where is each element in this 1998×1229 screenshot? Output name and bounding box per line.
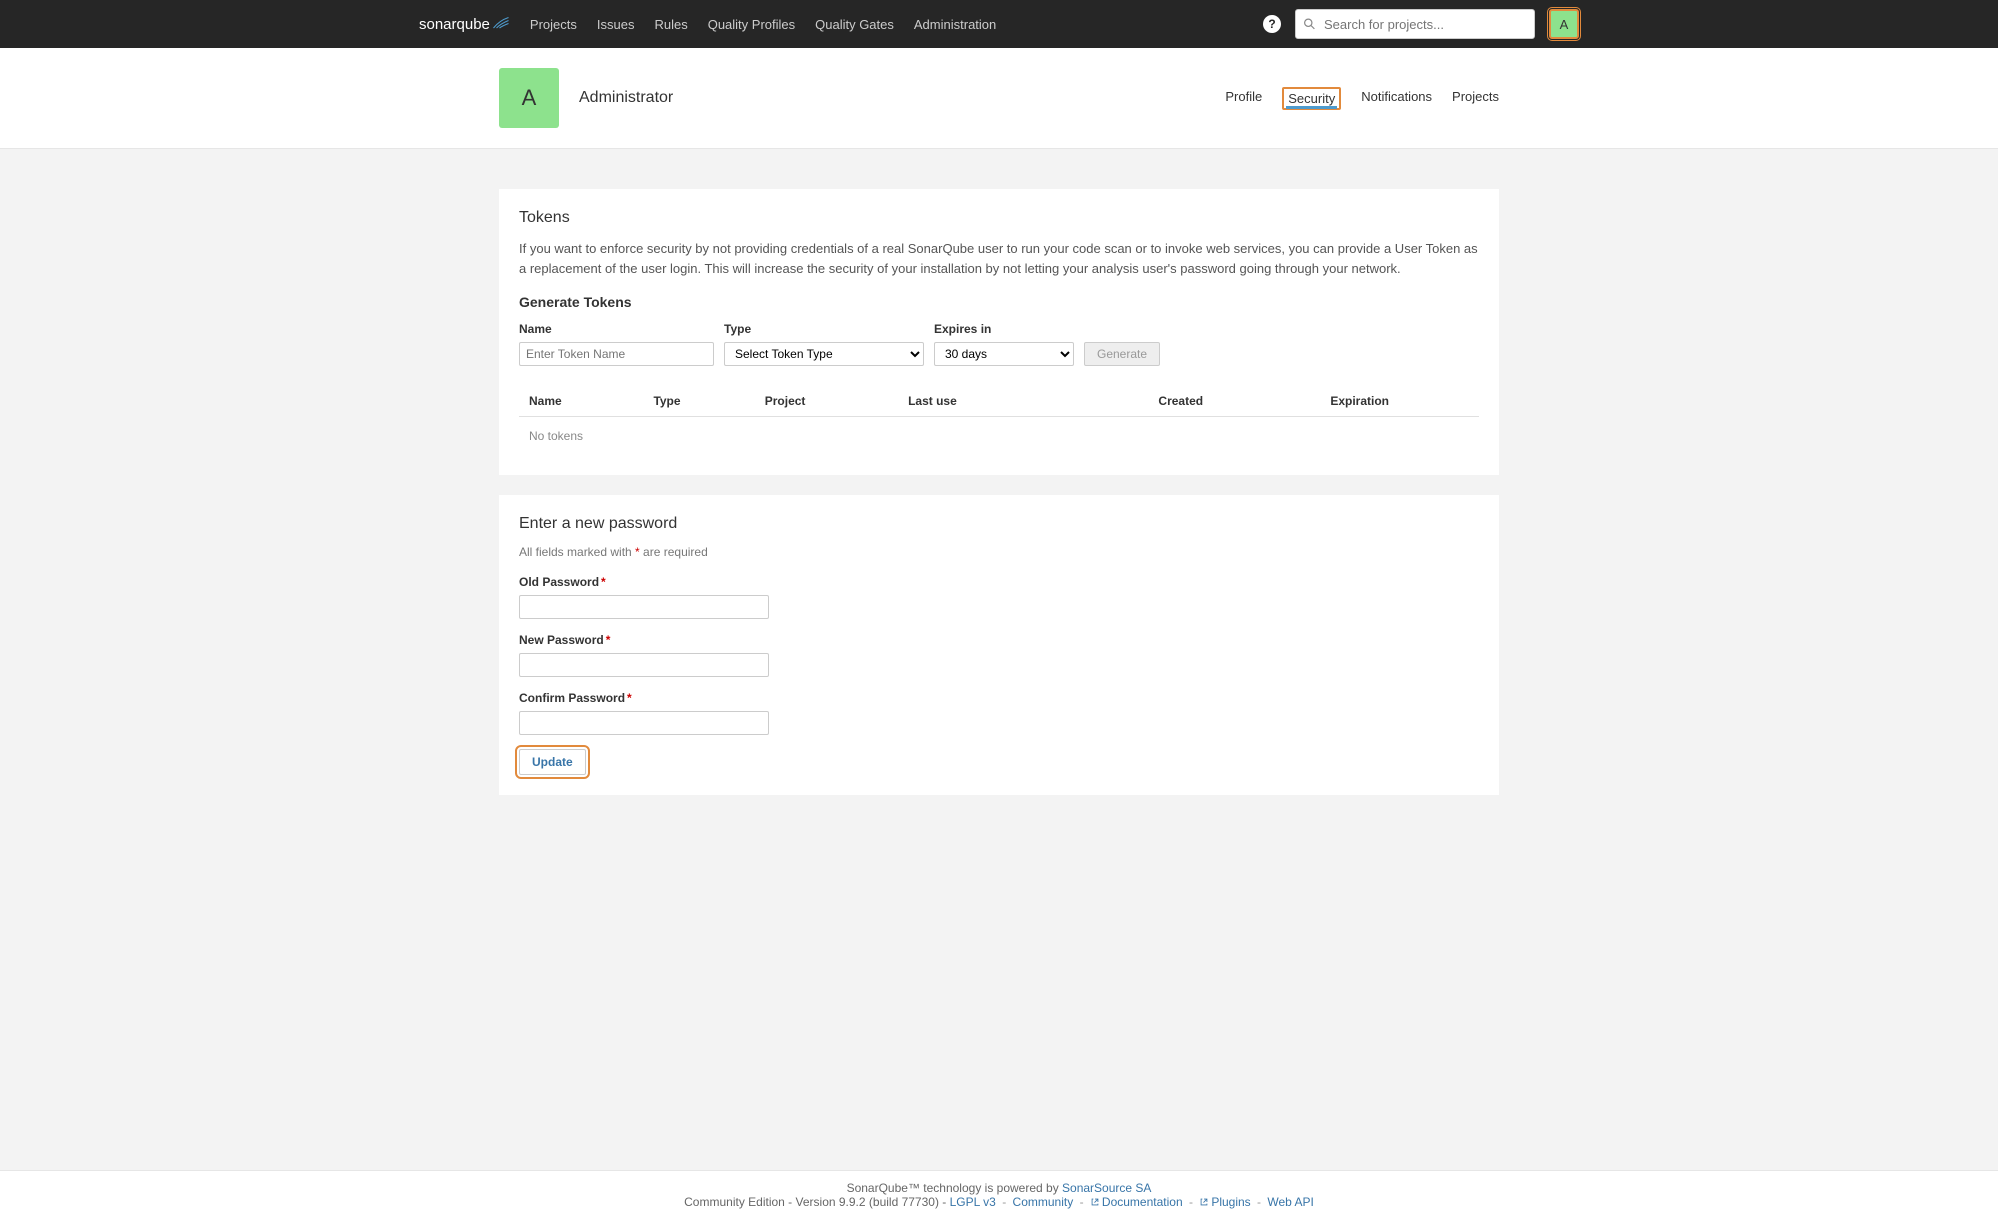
generate-button[interactable]: Generate: [1084, 342, 1160, 366]
footer-line2: Community Edition - Version 9.9.2 (build…: [0, 1195, 1998, 1209]
footer-webapi-link[interactable]: Web API: [1267, 1195, 1313, 1209]
th-last-use: Last use: [898, 386, 1060, 417]
search-icon: [1303, 18, 1316, 31]
profile-header: A Administrator Profile Security Notific…: [0, 48, 1998, 149]
update-button[interactable]: Update: [519, 749, 586, 775]
th-project: Project: [755, 386, 898, 417]
confirm-password-label: Confirm Password*: [519, 691, 1479, 705]
nav-projects[interactable]: Projects: [530, 17, 577, 32]
nav-rules[interactable]: Rules: [654, 17, 687, 32]
nav-links: Projects Issues Rules Quality Profiles Q…: [530, 17, 996, 32]
tokens-table: Name Type Project Last use Created Expir…: [519, 386, 1479, 417]
password-panel: Enter a new password All fields marked w…: [499, 495, 1499, 795]
footer-community-link[interactable]: Community: [1013, 1195, 1074, 1209]
search-box: [1295, 9, 1535, 39]
token-expires-select[interactable]: 30 days: [934, 342, 1074, 366]
th-type: Type: [643, 386, 754, 417]
nav-quality-profiles[interactable]: Quality Profiles: [708, 17, 795, 32]
token-expires-label: Expires in: [934, 322, 1074, 336]
th-expiration: Expiration: [1213, 386, 1399, 417]
logo-suffix: qube: [457, 16, 490, 33]
profile-avatar: A: [499, 68, 559, 128]
confirm-password-input[interactable]: [519, 711, 769, 735]
old-password-input[interactable]: [519, 595, 769, 619]
token-type-label: Type: [724, 322, 924, 336]
token-name-label: Name: [519, 322, 714, 336]
tab-projects[interactable]: Projects: [1452, 87, 1499, 110]
th-name: Name: [519, 386, 643, 417]
external-icon: [1199, 1196, 1209, 1206]
footer-lgpl-link[interactable]: LGPL v3: [950, 1195, 996, 1209]
password-hint: All fields marked with * are required: [519, 545, 1479, 559]
profile-name: Administrator: [579, 89, 673, 107]
th-created: Created: [1060, 386, 1213, 417]
tokens-panel: Tokens If you want to enforce security b…: [499, 189, 1499, 475]
token-name-input[interactable]: [519, 342, 714, 366]
footer-sonarsource-link[interactable]: SonarSource SA: [1062, 1181, 1151, 1195]
old-password-label: Old Password*: [519, 575, 1479, 589]
logo-prefix: sonar: [419, 16, 457, 33]
tab-security[interactable]: Security: [1282, 87, 1341, 110]
token-type-select[interactable]: Select Token Type: [724, 342, 924, 366]
tokens-title: Tokens: [519, 209, 1479, 227]
user-avatar-button[interactable]: A: [1549, 9, 1579, 39]
help-icon[interactable]: ?: [1263, 15, 1281, 33]
nav-administration[interactable]: Administration: [914, 17, 996, 32]
logo-waves-icon: [492, 14, 510, 35]
footer-docs-link[interactable]: Documentation: [1102, 1195, 1183, 1209]
no-tokens-message: No tokens: [519, 417, 1479, 455]
tab-notifications[interactable]: Notifications: [1361, 87, 1432, 110]
nav-issues[interactable]: Issues: [597, 17, 635, 32]
nav-quality-gates[interactable]: Quality Gates: [815, 17, 894, 32]
top-navbar: sonarqube Projects Issues Rules Quality …: [0, 0, 1998, 48]
profile-avatar-letter: A: [522, 85, 537, 111]
footer-line1: SonarQube™ technology is powered by Sona…: [0, 1181, 1998, 1195]
profile-tabs: Profile Security Notifications Projects: [1225, 87, 1499, 110]
avatar-letter: A: [1560, 17, 1569, 32]
footer-plugins-link[interactable]: Plugins: [1211, 1195, 1250, 1209]
token-form: Name Type Select Token Type Expires in 3…: [519, 322, 1479, 366]
generate-tokens-title: Generate Tokens: [519, 294, 1479, 310]
footer: SonarQube™ technology is powered by Sona…: [0, 1170, 1998, 1229]
main-content: Tokens If you want to enforce security b…: [499, 189, 1499, 795]
new-password-label: New Password*: [519, 633, 1479, 647]
external-icon: [1090, 1196, 1100, 1206]
new-password-input[interactable]: [519, 653, 769, 677]
password-title: Enter a new password: [519, 515, 1479, 533]
search-input[interactable]: [1295, 9, 1535, 39]
tab-profile[interactable]: Profile: [1225, 87, 1262, 110]
tokens-description: If you want to enforce security by not p…: [519, 239, 1479, 278]
logo[interactable]: sonarqube: [419, 14, 510, 35]
